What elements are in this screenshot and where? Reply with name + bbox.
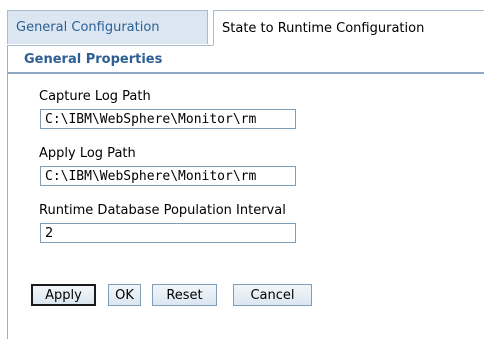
cancel-button[interactable]: Cancel (233, 284, 312, 306)
tab-state-to-runtime-configuration-label: State to Runtime Configuration (222, 20, 425, 36)
reset-button[interactable]: Reset (152, 284, 217, 306)
apply-log-path-label: Apply Log Path (39, 146, 136, 161)
ok-button[interactable]: OK (108, 284, 141, 306)
capture-log-path-label: Capture Log Path (39, 89, 151, 104)
tab-bar: General Configuration State to Runtime C… (7, 10, 484, 46)
tab-state-to-runtime-configuration[interactable]: State to Runtime Configuration (213, 10, 484, 46)
apply-log-path-input[interactable] (40, 166, 296, 186)
tab-general-configuration-label: General Configuration (16, 20, 160, 35)
general-properties-header: General Properties (7, 45, 484, 74)
apply-button[interactable]: Apply (31, 284, 96, 306)
panel-left-border (7, 46, 8, 339)
general-properties-title: General Properties (24, 51, 163, 67)
population-interval-input[interactable] (40, 223, 296, 243)
capture-log-path-input[interactable] (40, 109, 296, 129)
population-interval-label: Runtime Database Population Interval (39, 203, 286, 218)
tab-general-configuration[interactable]: General Configuration (7, 10, 208, 44)
